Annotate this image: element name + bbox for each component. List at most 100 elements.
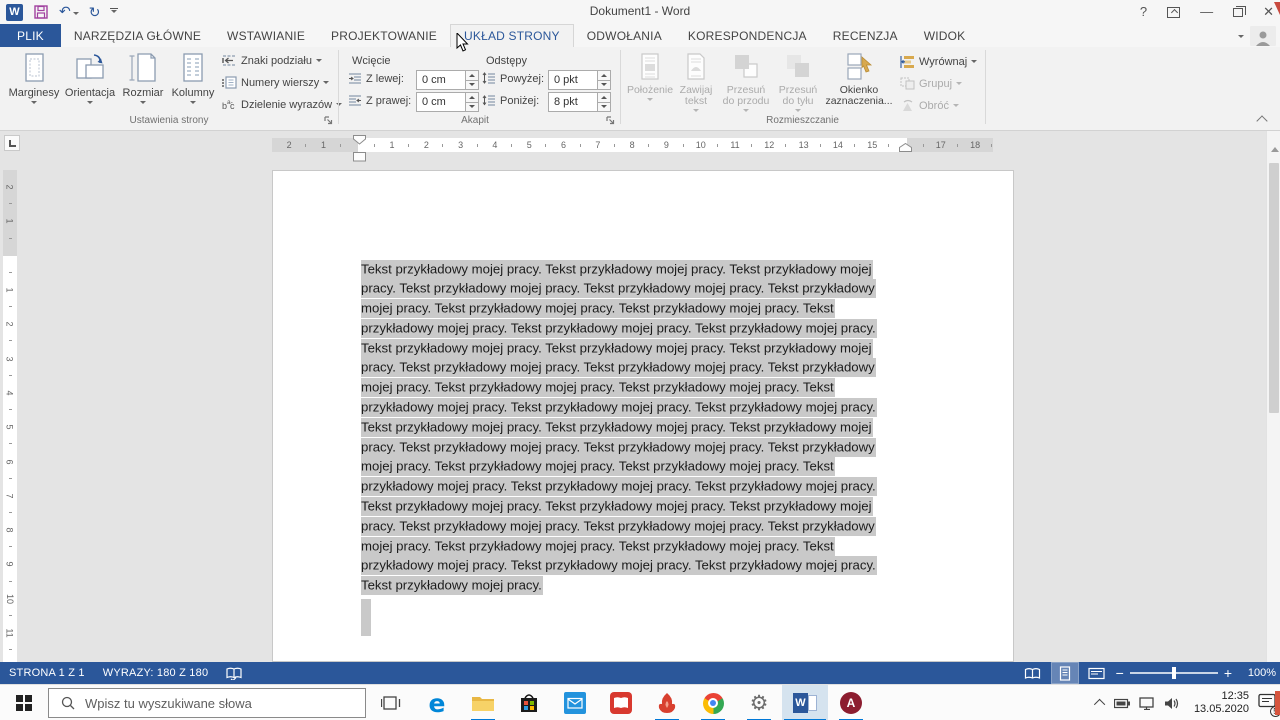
text-line[interactable]: mojej pracy. Tekst przykładowy mojej pra… (361, 538, 917, 558)
zoom-level[interactable]: 100% (1238, 667, 1276, 679)
z-prawej-decrement[interactable] (466, 102, 478, 112)
page-indicator[interactable]: STRONA 1 Z 1 (0, 662, 94, 684)
tab-projektowanie[interactable]: PROJEKTOWANIE (318, 24, 450, 47)
vertical-ruler[interactable]: 211234567891011 (3, 170, 17, 662)
text-line[interactable]: pracy. Tekst przykładowy mojej pracy. Te… (361, 281, 917, 301)
account-dropdown-caret[interactable] (1238, 35, 1244, 41)
scroll-up-arrow[interactable] (1271, 143, 1279, 152)
first-line-indent-marker[interactable] (353, 135, 366, 145)
taskbar-chrome[interactable] (690, 685, 736, 720)
text-line[interactable]: Tekst przykładowy mojej pracy. Tekst prz… (361, 419, 917, 439)
proofing-icon[interactable] (217, 662, 251, 684)
powyzej-decrement[interactable] (598, 80, 610, 90)
vertical-scrollbar[interactable] (1266, 131, 1280, 662)
task-view-button[interactable] (368, 685, 414, 720)
tab-narzedzia-glowne[interactable]: NARZĘDZIA GŁÓWNE (61, 24, 214, 47)
tab-widok[interactable]: WIDOK (911, 24, 979, 47)
ponizej-input[interactable]: 8 pkt (548, 92, 598, 112)
text-line[interactable]: przykładowy mojej pracy. Tekst przykłado… (361, 320, 917, 340)
taskbar-edge[interactable]: e (414, 685, 460, 720)
minimize-button[interactable]: — (1200, 5, 1213, 19)
znaki-podzialu-button[interactable]: Znaki podziału (222, 54, 322, 67)
text-line[interactable]: Tekst przykładowy mojej pracy. (361, 578, 917, 598)
help-button[interactable]: ? (1140, 5, 1147, 19)
tab-plik[interactable]: PLIK (0, 24, 61, 47)
text-line[interactable]: mojej pracy. Tekst przykładowy mojej pra… (361, 459, 917, 479)
z-lewej-increment[interactable] (466, 71, 478, 80)
text-line[interactable]: pracy. Tekst przykładowy mojej pracy. Te… (361, 360, 917, 380)
read-mode-button[interactable] (1020, 663, 1046, 683)
text-line[interactable]: mojej pracy. Tekst przykładowy mojej pra… (361, 301, 917, 321)
text-line[interactable]: Tekst przykładowy mojej pracy. Tekst prz… (361, 261, 917, 281)
word-count[interactable]: WYRAZY: 180 Z 180 (94, 662, 218, 684)
customize-quick-access-icon[interactable] (110, 8, 118, 16)
tab-stop-selector[interactable] (4, 135, 20, 151)
scrollbar-thumb[interactable] (1269, 163, 1279, 413)
collapse-ribbon-icon[interactable] (1256, 115, 1267, 126)
okienko-zaznaczenia-button[interactable]: Okienko zaznaczenia... (824, 52, 894, 107)
taskbar-a-app[interactable]: A (828, 685, 874, 720)
zoom-out-button[interactable]: − (1116, 668, 1124, 678)
numery-wierszy-button[interactable]: Numery wierszy (222, 76, 329, 89)
powyzej-increment[interactable] (598, 71, 610, 80)
text-line[interactable]: Tekst przykładowy mojej pracy. Tekst prz… (361, 340, 917, 360)
taskbar-red-app[interactable] (644, 685, 690, 720)
dzielenie-wyrazow-button[interactable]: b c a- Dzielenie wyrazów (222, 98, 342, 111)
marginesy-button[interactable]: Marginesy (6, 52, 62, 107)
tab-korespondencja[interactable]: KORESPONDENCJA (675, 24, 820, 47)
print-layout-button[interactable] (1052, 663, 1078, 683)
kolumny-button[interactable]: Kolumny (168, 52, 218, 107)
text-line[interactable]: przykładowy mojej pracy. Tekst przykłado… (361, 558, 917, 578)
document-text[interactable]: Tekst przykładowy mojej pracy. Tekst prz… (361, 261, 917, 598)
text-line[interactable]: pracy. Tekst przykładowy mojej pracy. Te… (361, 518, 917, 538)
speaker-icon[interactable] (1164, 697, 1180, 710)
taskbar-clock[interactable]: 12:35 13.05.2020 (1189, 690, 1249, 716)
document-page[interactable]: Tekst przykładowy mojej pracy. Tekst prz… (272, 170, 1014, 662)
start-button[interactable] (0, 685, 48, 720)
ponizej-decrement[interactable] (598, 102, 610, 112)
text-line[interactable]: przykładowy mojej pracy. Tekst przykłado… (361, 479, 917, 499)
taskbar-store[interactable] (506, 685, 552, 720)
text-line[interactable]: Tekst przykładowy mojej pracy. Tekst prz… (361, 499, 917, 519)
redo-icon[interactable]: ↻ (89, 4, 101, 20)
taskbar-red-book-app[interactable] (598, 685, 644, 720)
text-line[interactable]: przykładowy mojej pracy. Tekst przykłado… (361, 400, 917, 420)
left-indent-marker[interactable] (353, 152, 366, 162)
tab-recenzja[interactable]: RECENZJA (820, 24, 911, 47)
text-line[interactable]: mojej pracy. Tekst przykładowy mojej pra… (361, 380, 917, 400)
tray-chevron-icon[interactable] (1094, 699, 1105, 710)
battery-icon[interactable] (1114, 698, 1130, 709)
orientacja-button[interactable]: Orientacja (62, 52, 118, 107)
text-line[interactable]: pracy. Tekst przykładowy mojej pracy. Te… (361, 439, 917, 459)
powyzej-input[interactable]: 0 pkt (548, 70, 598, 90)
tab-wstawianie[interactable]: WSTAWIANIE (214, 24, 318, 47)
taskbar-file-explorer[interactable] (460, 685, 506, 720)
z-prawej-input[interactable]: 0 cm (416, 92, 466, 112)
z-lewej-decrement[interactable] (466, 80, 478, 90)
web-layout-button[interactable] (1084, 663, 1110, 683)
zoom-slider-thumb[interactable] (1172, 667, 1176, 679)
tab-odwolania[interactable]: ODWOŁANIA (574, 24, 675, 47)
horizontal-ruler[interactable]: 211234567891011121314151718 (272, 138, 993, 152)
z-lewej-input[interactable]: 0 cm (416, 70, 466, 90)
avatar[interactable] (1250, 26, 1276, 46)
search-input[interactable] (85, 696, 325, 711)
ponizej-increment[interactable] (598, 93, 610, 102)
ribbon-display-options-icon[interactable] (1167, 7, 1180, 18)
zoom-in-button[interactable]: + (1224, 668, 1232, 678)
restore-button[interactable] (1233, 8, 1243, 17)
taskbar-settings[interactable]: ⚙ (736, 685, 782, 720)
rozmiar-button[interactable]: Rozmiar (120, 52, 166, 107)
page-setup-dialog-launcher[interactable] (324, 116, 334, 126)
network-icon[interactable] (1139, 697, 1155, 710)
paragraph-dialog-launcher[interactable] (606, 116, 616, 126)
notification-center-icon[interactable]: 5 (1258, 693, 1276, 714)
zoom-slider[interactable] (1130, 672, 1218, 674)
taskbar-search[interactable] (48, 688, 366, 718)
save-icon[interactable] (33, 4, 49, 20)
right-indent-marker[interactable] (899, 143, 912, 152)
taskbar-word[interactable]: W (782, 685, 828, 720)
undo-button[interactable]: ↶ (59, 3, 79, 21)
wyrownaj-button[interactable]: Wyrównaj (900, 55, 977, 68)
taskbar-mail[interactable] (552, 685, 598, 720)
